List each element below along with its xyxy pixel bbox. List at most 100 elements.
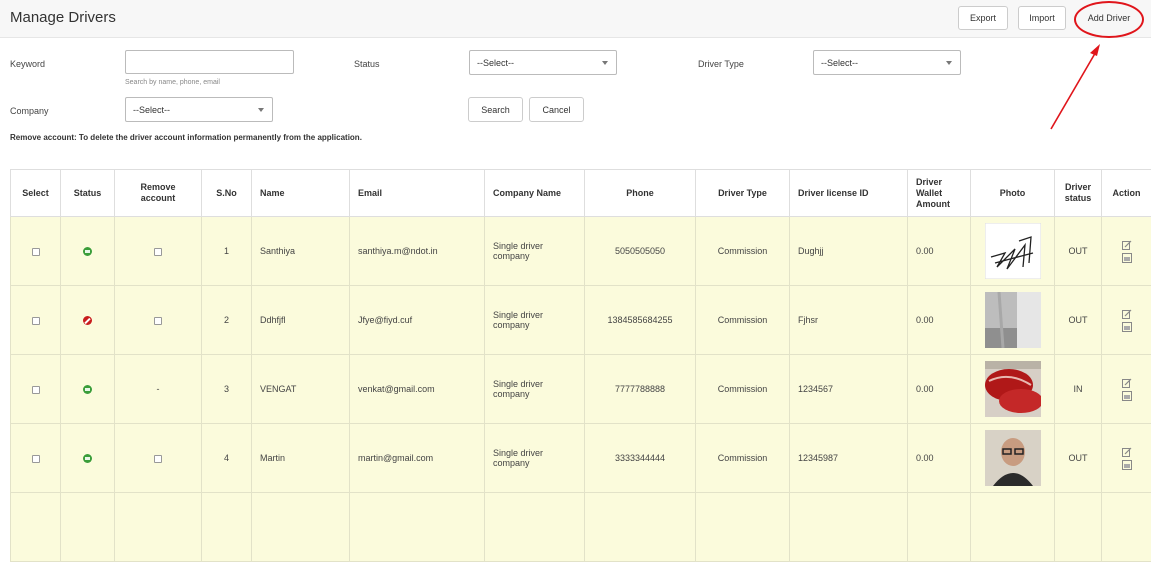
company-name-link[interactable]: Single driver company [485,355,585,424]
driver-type: Commission [696,355,790,424]
status-active-icon[interactable] [83,385,92,394]
company-name-link[interactable]: Single driver company [485,217,585,286]
drivers-table: Select Status Remove account S.No Name E… [10,169,1151,562]
driver-license: 12345987 [790,424,908,493]
cancel-button[interactable]: Cancel [529,97,584,122]
view-icon[interactable] [1122,322,1132,332]
company-label: Company [10,106,49,116]
view-icon[interactable] [1122,391,1132,401]
driver-wallet: 0.00 [908,217,971,286]
driver-type-label: Driver Type [698,59,744,69]
driver-license: 1234567 [790,355,908,424]
driver-phone: 3333344444 [585,424,696,493]
col-sno: S.No [202,170,252,217]
driver-email: martin@gmail.com [350,424,485,493]
row-sno: 1 [202,217,252,286]
table-row: 1 Santhiya santhiya.m@ndot.in Single dri… [11,217,1151,286]
chevron-down-icon [602,61,608,65]
col-status: Status [61,170,115,217]
driver-phone: 5050505050 [585,217,696,286]
remove-account-checkbox[interactable] [154,317,162,325]
driver-type: Commission [696,424,790,493]
driver-wallet: 0.00 [908,424,971,493]
driver-name-link[interactable]: Santhiya [252,217,350,286]
table-row: 2 Ddhfjfl Jfye@fiyd.cuf Single driver co… [11,286,1151,355]
select-checkbox[interactable] [32,455,40,463]
driver-type: Commission [696,286,790,355]
col-remove-account: Remove account [115,170,202,217]
select-checkbox[interactable] [32,386,40,394]
driver-phone: 1384585684255 [585,286,696,355]
col-driver-type: Driver Type [696,170,790,217]
col-phone: Phone [585,170,696,217]
edit-icon[interactable] [1122,309,1132,319]
driver-wallet: 0.00 [908,355,971,424]
edit-icon[interactable] [1122,240,1132,250]
chevron-down-icon [258,108,264,112]
driver-status: OUT [1055,286,1102,355]
col-company-name: Company Name [485,170,585,217]
chevron-down-icon [946,61,952,65]
remove-account-checkbox[interactable] [154,455,162,463]
keyword-input[interactable] [125,50,294,74]
keyword-hint: Search by name, phone, email [125,79,220,86]
driver-email: santhiya.m@ndot.in [350,217,485,286]
view-icon[interactable] [1122,253,1132,263]
company-select-value: --Select-- [133,105,170,115]
col-select: Select [11,170,61,217]
driver-type-select[interactable]: --Select-- [813,50,961,75]
table-row: 4 Martin martin@gmail.com Single driver … [11,424,1151,493]
company-select[interactable]: --Select-- [125,97,273,122]
driver-photo-portrait [985,430,1041,486]
company-name-link[interactable]: Single driver company [485,286,585,355]
col-photo: Photo [971,170,1055,217]
export-button[interactable]: Export [958,6,1008,30]
col-license: Driver license ID [790,170,908,217]
table-header-row: Select Status Remove account S.No Name E… [11,170,1151,217]
driver-email: venkat@gmail.com [350,355,485,424]
driver-license: Dughjj [790,217,908,286]
edit-icon[interactable] [1122,447,1132,457]
driver-photo-room [985,292,1041,348]
page-title: Manage Drivers [10,9,116,26]
driver-photo-signature [985,223,1041,279]
col-wallet: Driver Wallet Amount [908,170,971,217]
edit-icon[interactable] [1122,378,1132,388]
driver-status: OUT [1055,424,1102,493]
driver-status: OUT [1055,217,1102,286]
table-row: - 3 VENGAT venkat@gmail.com Single drive… [11,355,1151,424]
status-select-value: --Select-- [477,58,514,68]
col-name: Name [252,170,350,217]
driver-type-select-value: --Select-- [821,58,858,68]
driver-photo-meat [985,361,1041,417]
view-icon[interactable] [1122,460,1132,470]
search-button[interactable]: Search [468,97,523,122]
remove-account-checkbox[interactable] [154,248,162,256]
status-active-icon[interactable] [83,247,92,256]
status-inactive-icon[interactable] [83,316,92,325]
row-sno: 3 [202,355,252,424]
company-name-link[interactable]: Single driver company [485,424,585,493]
row-sno: 4 [202,424,252,493]
status-select[interactable]: --Select-- [469,50,617,75]
select-checkbox[interactable] [32,317,40,325]
driver-name-link[interactable]: VENGAT [252,355,350,424]
driver-type: Commission [696,217,790,286]
status-label: Status [354,59,380,69]
driver-name-link[interactable]: Martin [252,424,350,493]
add-driver-button[interactable]: Add Driver [1079,6,1139,30]
col-email: Email [350,170,485,217]
driver-name-link[interactable]: Ddhfjfl [252,286,350,355]
select-checkbox[interactable] [32,248,40,256]
keyword-label: Keyword [10,59,45,69]
driver-status: IN [1055,355,1102,424]
driver-wallet: 0.00 [908,286,971,355]
table-row [11,493,1151,562]
driver-phone: 7777788888 [585,355,696,424]
status-active-icon[interactable] [83,454,92,463]
col-driver-status: Driver status [1055,170,1102,217]
page-header: Manage Drivers Export Import Add Driver [0,0,1151,38]
driver-email: Jfye@fiyd.cuf [350,286,485,355]
remove-account-note: Remove account: To delete the driver acc… [10,133,362,142]
import-button[interactable]: Import [1018,6,1066,30]
